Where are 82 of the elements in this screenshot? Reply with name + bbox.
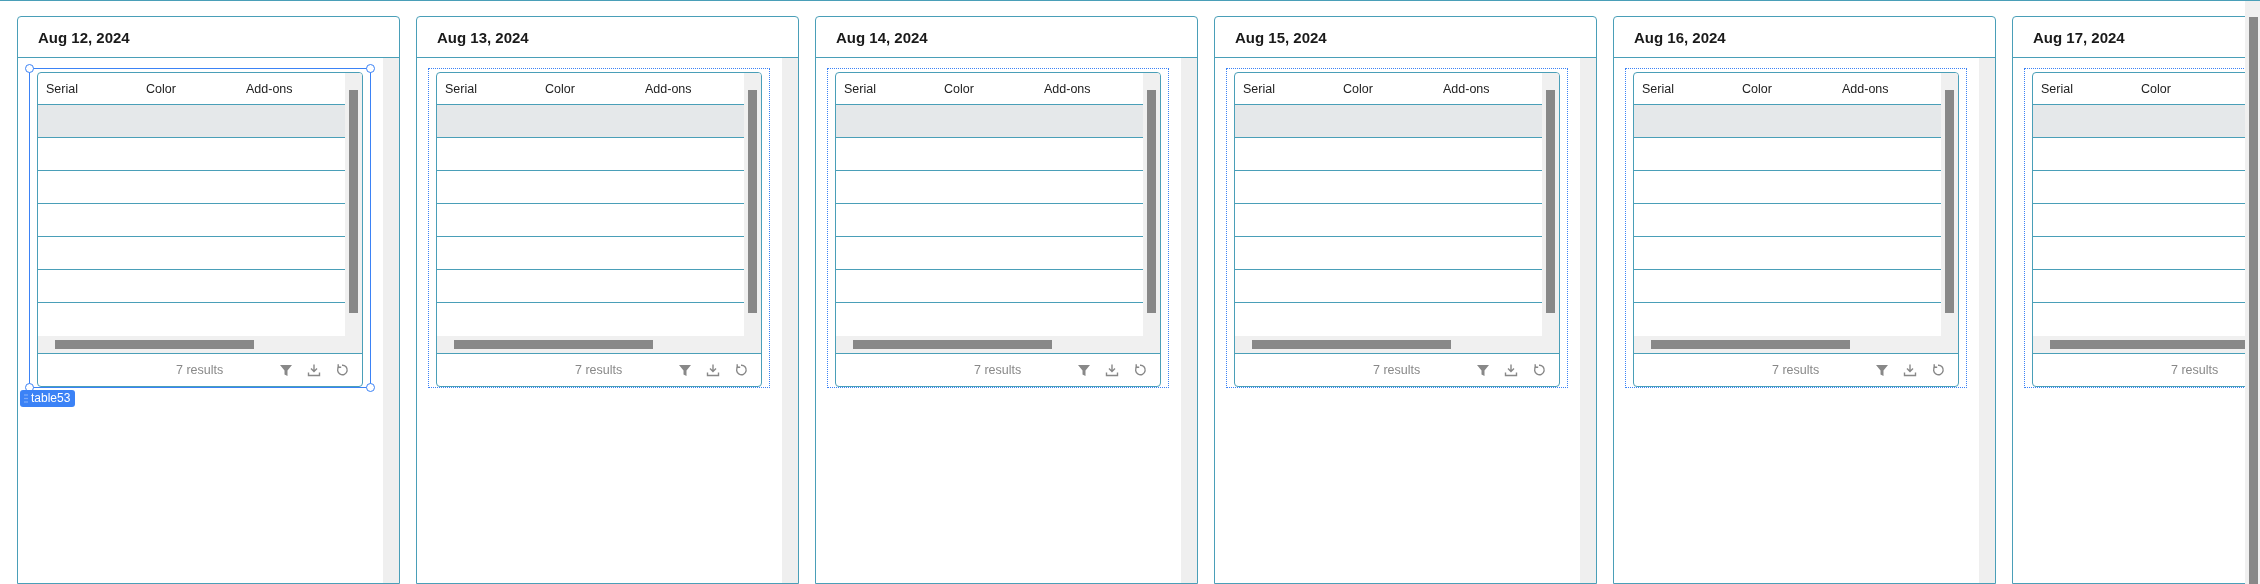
filter-icon[interactable]	[1476, 363, 1491, 377]
horizontal-scrollbar[interactable]	[836, 336, 1160, 353]
scrollbar-track[interactable]	[1979, 58, 1995, 583]
scrollbar-thumb[interactable]	[1945, 90, 1954, 313]
table-row[interactable]	[1235, 104, 1542, 137]
day-title: Aug 13, 2024	[437, 28, 529, 46]
refresh-icon[interactable]	[1133, 363, 1148, 377]
column-header[interactable]: Serial	[38, 81, 138, 96]
vertical-scrollbar[interactable]	[345, 73, 362, 336]
filter-icon[interactable]	[1875, 363, 1890, 377]
day-title: Aug 15, 2024	[1235, 28, 1327, 46]
scrollbar-thumb[interactable]	[1651, 340, 1850, 349]
refresh-icon[interactable]	[734, 363, 749, 377]
column-header[interactable]: Color	[2133, 81, 2233, 96]
results-count: 7 results	[176, 363, 224, 377]
download-icon[interactable]	[706, 363, 721, 377]
scrollbar-thumb[interactable]	[853, 340, 1052, 349]
day-title: Aug 12, 2024	[38, 28, 130, 46]
column-header[interactable]: Color	[936, 81, 1036, 96]
results-count: 7 results	[1772, 363, 1820, 377]
column-header[interactable]: Add-ons	[1834, 81, 1934, 96]
scrollbar-thumb[interactable]	[748, 90, 757, 313]
column-header[interactable]: Color	[1335, 81, 1435, 96]
table-row[interactable]	[1634, 104, 1941, 137]
column-header[interactable]: Serial	[2033, 81, 2133, 96]
scrollbar-track[interactable]	[1580, 58, 1596, 583]
scrollbar-thumb[interactable]	[1252, 340, 1451, 349]
column-header[interactable]: Serial	[1235, 81, 1335, 96]
scrollbar-thumb[interactable]	[1546, 90, 1555, 313]
horizontal-scrollbar[interactable]	[38, 336, 362, 353]
column-header[interactable]: Add-ons	[238, 81, 338, 96]
filter-icon[interactable]	[1077, 363, 1092, 377]
column-header[interactable]: Add-ons	[1435, 81, 1535, 96]
column-header[interactable]: Add-ons	[637, 81, 737, 96]
day-title: Aug 16, 2024	[1634, 28, 1726, 46]
download-icon[interactable]	[307, 363, 322, 377]
horizontal-scrollbar[interactable]	[1235, 336, 1559, 353]
scrollbar-track[interactable]	[782, 58, 798, 583]
results-count: 7 results	[1373, 363, 1421, 377]
grip-icon	[24, 393, 28, 403]
day-title: Aug 17, 2024	[2033, 28, 2125, 46]
scrollbar-thumb[interactable]	[2249, 17, 2258, 584]
results-count: 7 results	[974, 363, 1022, 377]
column-header[interactable]: Color	[1734, 81, 1834, 96]
column-header[interactable]: Add-ons	[1036, 81, 1136, 96]
vertical-scrollbar[interactable]	[744, 73, 761, 336]
scrollbar-thumb[interactable]	[349, 90, 358, 313]
resize-handle[interactable]	[366, 64, 375, 73]
column-header[interactable]: Serial	[1634, 81, 1734, 96]
download-icon[interactable]	[1903, 363, 1918, 377]
results-count: 7 results	[2171, 363, 2219, 377]
refresh-icon[interactable]	[1532, 363, 1547, 377]
horizontal-scrollbar[interactable]	[437, 336, 761, 353]
column-header[interactable]: Color	[138, 81, 238, 96]
vertical-scrollbar[interactable]	[1143, 73, 1160, 336]
column-header[interactable]: Serial	[836, 81, 936, 96]
vertical-scrollbar[interactable]	[1941, 73, 1958, 336]
filter-icon[interactable]	[279, 363, 294, 377]
scrollbar-track[interactable]	[1181, 58, 1197, 583]
table-row[interactable]	[38, 104, 345, 137]
scrollbar-thumb[interactable]	[2050, 340, 2245, 349]
component-tag[interactable]: table53	[20, 390, 76, 407]
refresh-icon[interactable]	[335, 363, 350, 377]
resize-handle[interactable]	[25, 64, 34, 73]
resize-handle[interactable]	[366, 383, 375, 392]
filter-icon[interactable]	[678, 363, 693, 377]
day-title: Aug 14, 2024	[836, 28, 928, 46]
scrollbar-thumb[interactable]	[1147, 90, 1156, 313]
table-row[interactable]	[437, 104, 744, 137]
download-icon[interactable]	[1504, 363, 1519, 377]
horizontal-scrollbar[interactable]	[1634, 336, 1958, 353]
download-icon[interactable]	[1105, 363, 1120, 377]
column-header[interactable]: Serial	[437, 81, 537, 96]
results-count: 7 results	[575, 363, 623, 377]
scrollbar-thumb[interactable]	[55, 340, 254, 349]
table-row[interactable]	[836, 104, 1143, 137]
scrollbar-thumb[interactable]	[454, 340, 653, 349]
vertical-scrollbar[interactable]	[1542, 73, 1559, 336]
column-header[interactable]: Color	[537, 81, 637, 96]
page-scrollbar[interactable]	[2245, 1, 2260, 584]
scrollbar-track[interactable]	[383, 58, 399, 583]
refresh-icon[interactable]	[1931, 363, 1946, 377]
